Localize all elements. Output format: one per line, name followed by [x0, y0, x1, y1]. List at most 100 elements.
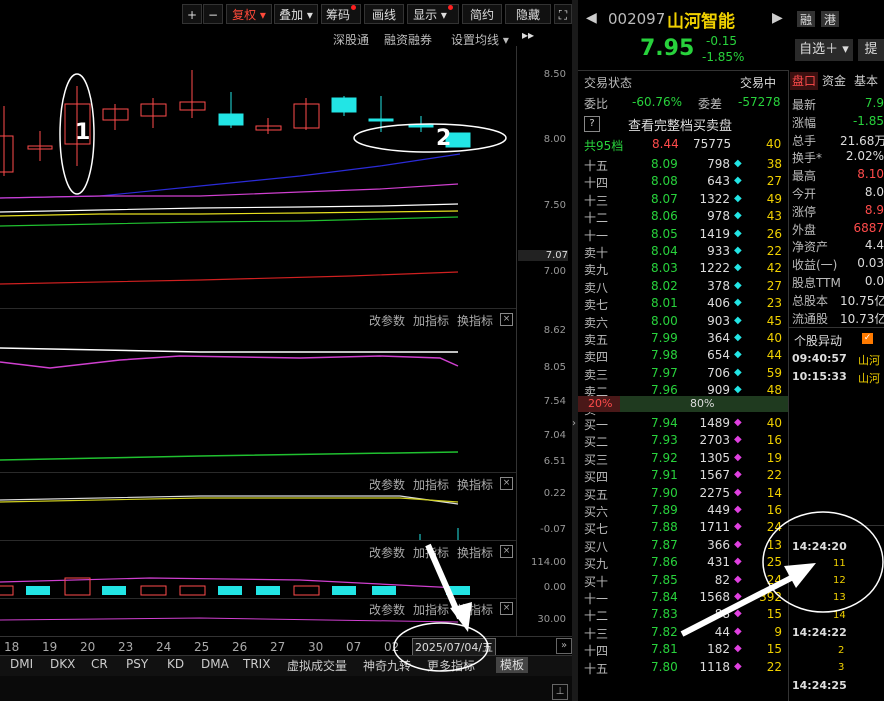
ratio-bar: 20% 80% — [578, 396, 788, 412]
add-watchlist-button[interactable]: 自选＋ ▾ — [795, 39, 853, 61]
tab-jiben[interactable]: 基本 — [854, 72, 878, 90]
total-count: 40 — [766, 137, 782, 151]
order-dot-icon: ◆ — [734, 297, 742, 309]
orderbook-volume: 364 — [707, 331, 730, 345]
orderbook-level-label: 卖六 — [584, 315, 609, 330]
orderbook-count: 24 — [766, 520, 782, 535]
tick-num: 12 — [833, 575, 846, 586]
tick-num: 3 — [838, 662, 845, 673]
order-dot-icon: ◆ — [734, 175, 742, 187]
orderbook-level-label: 卖十 — [584, 246, 609, 260]
weibi-value: -60.76% — [632, 95, 683, 109]
rong-badge: 融 — [797, 11, 815, 27]
orderbook-volume: 366 — [707, 537, 730, 552]
info-value: 8.9 — [864, 202, 884, 217]
orderbook-count: 27 — [766, 174, 782, 189]
orderbook-level-label: 买五 — [584, 487, 609, 502]
orderbook-level-label: 卖四 — [584, 350, 609, 365]
order-dot-icon: ◆ — [734, 279, 742, 291]
orderbook-count: 23 — [766, 296, 782, 311]
orderbook-volume: 1419 — [699, 226, 730, 241]
price-change-pct: -1.85% — [702, 50, 745, 64]
orderbook-count: 15 — [766, 642, 782, 657]
orderbook-volume: 82 — [714, 572, 730, 587]
orderbook-count: 13 — [766, 537, 782, 552]
gang-badge: 港 — [821, 11, 839, 27]
orderbook-level-label: 卖八 — [584, 280, 609, 295]
info-key: 收益(一) — [792, 258, 838, 273]
orderbook-level-label: 十二 — [584, 211, 609, 226]
tab-zijin[interactable]: 资金 — [822, 72, 846, 90]
prev-stock-icon[interactable]: ◀ — [586, 10, 597, 26]
order-dot-icon: ◆ — [734, 486, 742, 498]
order-dot-icon: ◆ — [734, 556, 742, 568]
info-key: 总手 — [792, 133, 817, 148]
orderbook-price: 7.84 — [651, 590, 678, 604]
weibi-label: 委比 — [584, 97, 609, 111]
orderbook-volume: 431 — [707, 555, 730, 570]
orderbook-level-label: 卖七 — [584, 298, 609, 313]
orderbook-level-label: 买二 — [584, 435, 609, 450]
next-stock-icon[interactable]: ▶ — [772, 10, 783, 26]
orderbook-volume: 1222 — [699, 261, 730, 276]
help-icon[interactable]: ? — [584, 116, 600, 132]
orderbook-volume: 1489 — [699, 416, 730, 430]
tick-time: 14:24:20 — [792, 540, 847, 553]
orderbook-price: 8.04 — [651, 244, 678, 258]
alert-text[interactable]: 山河 — [858, 352, 880, 368]
order-dot-icon: ◆ — [734, 314, 742, 326]
orderbook-price: 7.91 — [651, 468, 678, 483]
orderbook-count: 15 — [766, 607, 782, 622]
orderbook-level-label: 十五 — [584, 159, 609, 173]
order-dot-icon: ◆ — [734, 591, 742, 602]
orderbook-level-label: 买四 — [584, 470, 609, 485]
orderbook-volume: 1711 — [699, 520, 730, 535]
orderbook-level-label: 买七 — [584, 522, 609, 537]
orderbook-count: 24 — [766, 572, 782, 587]
alerts-title: 个股异动 — [794, 334, 843, 348]
extra-button[interactable]: 提 — [858, 39, 884, 61]
orderbook-volume: 182 — [707, 642, 730, 657]
orderbook-count: 392 — [759, 590, 782, 604]
order-dot-icon: ◆ — [734, 210, 742, 222]
orderbook-price: 8.06 — [651, 209, 678, 224]
divider — [788, 70, 789, 701]
full-orderbook-link[interactable]: 查看完整档买卖盘 — [628, 115, 732, 134]
trade-status-label: 交易状态 — [584, 76, 633, 90]
orderbook-volume: 44 — [714, 624, 730, 639]
info-key: 外盘 — [792, 222, 817, 237]
order-dot-icon: ◆ — [734, 434, 742, 446]
info-key: 最新 — [792, 98, 817, 112]
order-dot-icon: ◆ — [734, 262, 742, 274]
info-key: 流通股 — [792, 311, 829, 326]
tick-num: 13 — [833, 592, 846, 603]
alert-text[interactable]: 山河 — [858, 370, 880, 386]
order-dot-icon: ◆ — [734, 451, 742, 463]
order-dot-icon: ◆ — [734, 643, 742, 655]
tick-time: 14:24:25 — [792, 679, 847, 692]
stock-name: 山河智能 — [667, 12, 735, 32]
order-dot-icon: ◆ — [734, 504, 742, 515]
orderbook-price: 7.89 — [651, 503, 678, 517]
tab-pankou[interactable]: 盘口 — [790, 72, 818, 90]
orderbook-count: 59 — [766, 365, 782, 380]
trade-status-value: 交易中 — [740, 76, 777, 90]
info-value: 0.03 — [857, 256, 884, 271]
orderbook-price: 7.88 — [651, 520, 678, 535]
orderbook-volume: 643 — [707, 174, 730, 189]
orderbook-level-label: 买三 — [584, 452, 609, 467]
alerts-checkbox[interactable]: ✓ — [862, 333, 873, 344]
orderbook-count: 44 — [766, 348, 782, 363]
orderbook-level-label: 卖三 — [584, 367, 609, 382]
info-value: 2.02% — [845, 149, 884, 164]
info-value: 8.0 — [864, 185, 884, 199]
orderbook-volume: 378 — [707, 278, 730, 293]
orderbook-price: 8.00 — [651, 313, 678, 328]
orderbook-level-label: 买九 — [584, 557, 609, 572]
orderbook-price: 7.97 — [651, 365, 678, 380]
tick-num: 14 — [833, 610, 846, 621]
info-value: 21.68万 — [840, 133, 884, 148]
orderbook-price: 8.03 — [651, 261, 678, 276]
orderbook-volume: 449 — [707, 503, 730, 517]
stock-code: 002097 — [608, 10, 666, 28]
